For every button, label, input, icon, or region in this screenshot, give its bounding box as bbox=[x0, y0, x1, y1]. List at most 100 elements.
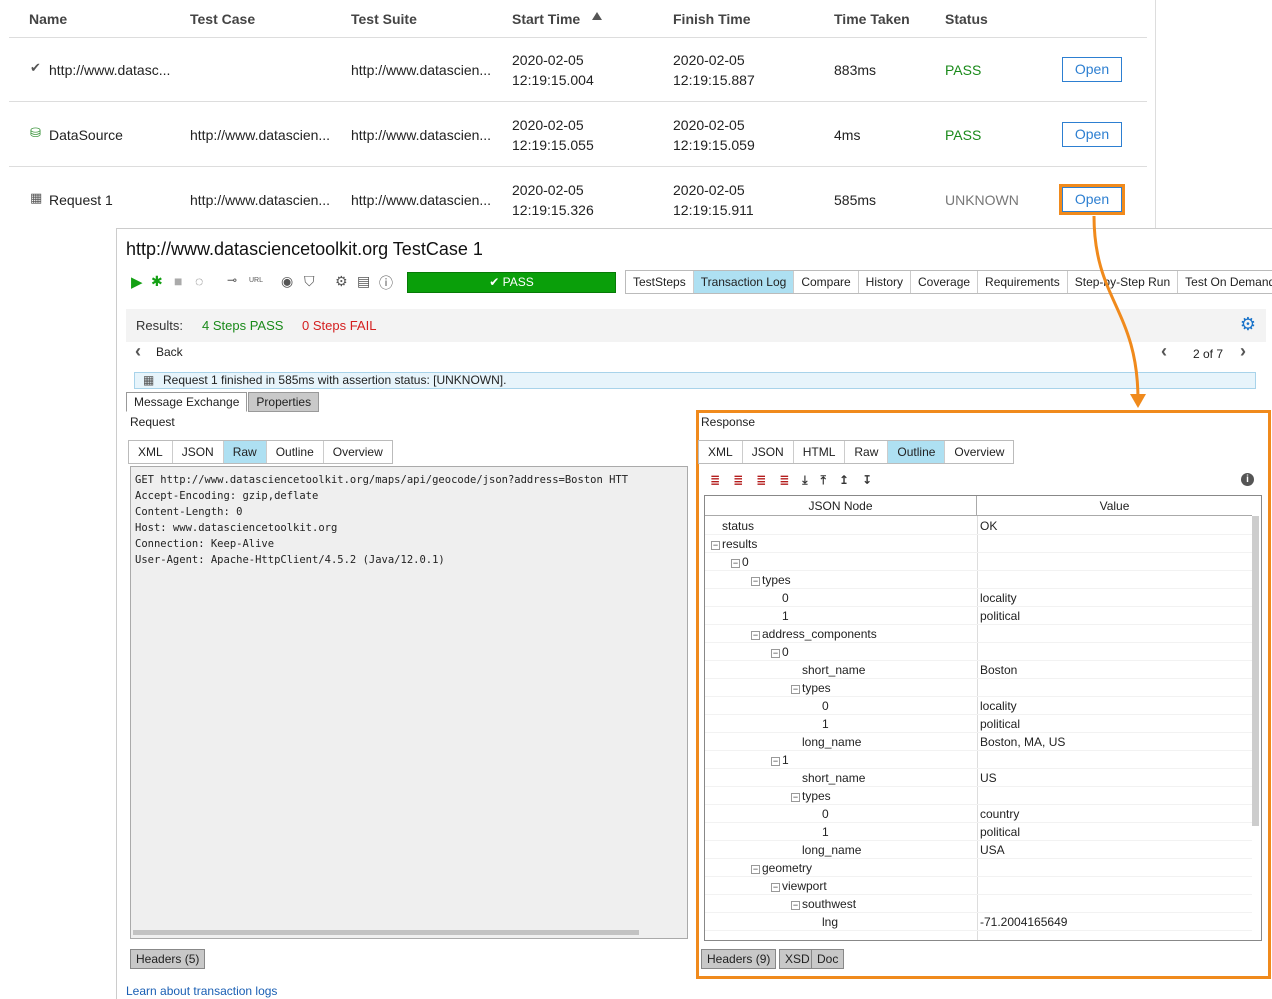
tree-row[interactable]: 1 political bbox=[705, 607, 1252, 625]
tab-xml[interactable]: XML bbox=[699, 441, 743, 463]
security-icon[interactable]: ◉ bbox=[281, 273, 293, 290]
shield-icon[interactable]: ⛉ bbox=[304, 273, 315, 290]
collapse-toggle-icon[interactable]: − bbox=[791, 685, 800, 694]
open-button[interactable]: Open bbox=[1062, 57, 1122, 82]
request-headers-button[interactable]: Headers (5) bbox=[130, 949, 206, 969]
collapse-toggle-icon[interactable]: − bbox=[771, 649, 780, 658]
tab-xml[interactable]: XML bbox=[129, 441, 173, 463]
expand-all-icon[interactable]: ≣ bbox=[710, 473, 720, 488]
col-header-finish-time[interactable]: Finish Time bbox=[673, 11, 751, 27]
collapse-toggle-icon[interactable]: − bbox=[791, 901, 800, 910]
tab-outline[interactable]: Outline bbox=[267, 441, 324, 463]
tree-row[interactable]: 0 country bbox=[705, 805, 1252, 823]
tab-test-on-demand[interactable]: Test On Demand bbox=[1178, 271, 1272, 293]
debug-bug-icon[interactable]: ✱ bbox=[151, 273, 163, 290]
tree-row[interactable]: − results bbox=[705, 535, 1252, 553]
expand-children-icon[interactable]: ≣ bbox=[756, 473, 766, 488]
tab-history[interactable]: History bbox=[859, 271, 912, 293]
move-last-icon[interactable]: ↧ bbox=[862, 473, 872, 488]
tree-row[interactable]: − address_components bbox=[705, 625, 1252, 643]
tree-row[interactable]: long_name Boston, MA, US bbox=[705, 733, 1252, 751]
tree-row[interactable]: − geometry bbox=[705, 859, 1252, 877]
col-header-name[interactable]: Name bbox=[29, 11, 67, 27]
col-header-time-taken[interactable]: Time Taken bbox=[834, 11, 910, 27]
tab-requirements[interactable]: Requirements bbox=[978, 271, 1068, 293]
tab-step-by-step-run[interactable]: Step-by-Step Run bbox=[1068, 271, 1179, 293]
tree-row[interactable]: lng -71.2004165649 bbox=[705, 913, 1252, 931]
tab-outline[interactable]: Outline bbox=[888, 441, 946, 463]
col-header-json-node[interactable]: JSON Node bbox=[705, 496, 977, 516]
col-header-status[interactable]: Status bbox=[945, 11, 988, 27]
tab-transaction-log[interactable]: Transaction Log bbox=[693, 271, 795, 293]
learn-link[interactable]: Learn about transaction logs bbox=[126, 984, 277, 998]
col-header-test-case[interactable]: Test Case bbox=[190, 11, 255, 27]
move-down-icon[interactable]: ⤓ bbox=[802, 473, 807, 488]
col-header-test-suite[interactable]: Test Suite bbox=[351, 11, 417, 27]
tree-row[interactable]: − viewport bbox=[705, 877, 1252, 895]
info-icon[interactable]: ⓘ bbox=[379, 273, 393, 293]
collapse-toggle-icon[interactable]: − bbox=[771, 883, 780, 892]
tree-row[interactable]: − types bbox=[705, 787, 1252, 805]
tab-json[interactable]: JSON bbox=[173, 441, 224, 463]
collapse-toggle-icon[interactable]: − bbox=[731, 559, 740, 568]
loop-icon[interactable]: ◌ bbox=[195, 273, 203, 289]
tree-row[interactable]: − types bbox=[705, 571, 1252, 589]
tab-html[interactable]: HTML bbox=[794, 441, 846, 463]
vertical-scrollbar[interactable] bbox=[1252, 516, 1259, 826]
tab-json[interactable]: JSON bbox=[743, 441, 794, 463]
raw-request-editor[interactable]: GET http://www.datasciencetoolkit.org/ma… bbox=[130, 466, 688, 939]
tab-message-exchange[interactable]: Message Exchange bbox=[126, 392, 248, 412]
url-icon[interactable]: URL bbox=[249, 277, 263, 284]
tab-compare[interactable]: Compare bbox=[794, 271, 859, 293]
tree-row[interactable]: −1 bbox=[705, 751, 1252, 769]
col-header-value[interactable]: Value bbox=[977, 496, 1252, 516]
tree-row[interactable]: 1 political bbox=[705, 823, 1252, 841]
endpoint-icon[interactable]: ⊸ bbox=[227, 273, 237, 287]
tree-row[interactable]: −0 bbox=[705, 553, 1252, 571]
stop-icon[interactable]: ■ bbox=[174, 273, 182, 289]
collapse-toggle-icon[interactable]: − bbox=[711, 541, 720, 550]
horizontal-scrollbar[interactable] bbox=[133, 930, 639, 935]
tab-coverage[interactable]: Coverage bbox=[911, 271, 979, 293]
tab-overview[interactable]: Overview bbox=[324, 441, 392, 463]
tree-row[interactable]: short_name Boston bbox=[705, 661, 1252, 679]
next-chevron-icon[interactable]: › bbox=[1240, 341, 1246, 362]
tree-row[interactable]: −0 bbox=[705, 643, 1252, 661]
back-button[interactable]: Back bbox=[156, 345, 183, 359]
tab-overview[interactable]: Overview bbox=[945, 441, 1013, 463]
document-icon[interactable]: ▤ bbox=[357, 273, 370, 290]
response-headers-button[interactable]: Headers (9) bbox=[701, 949, 777, 969]
tree-row[interactable]: status OK bbox=[705, 517, 1252, 535]
tree-row[interactable]: long_name USA bbox=[705, 841, 1252, 859]
tree-row[interactable]: − southwest bbox=[705, 895, 1252, 913]
tree-row[interactable]: 0 locality bbox=[705, 589, 1252, 607]
collapse-children-icon[interactable]: ≣ bbox=[779, 473, 789, 488]
tab-raw[interactable]: Raw bbox=[845, 441, 889, 463]
tree-node: −1 bbox=[771, 751, 789, 769]
run-icon[interactable]: ▶ bbox=[131, 273, 143, 291]
move-up-icon[interactable]: ⤒ bbox=[821, 473, 826, 488]
tab-raw[interactable]: Raw bbox=[223, 441, 267, 463]
move-first-icon[interactable]: ↥ bbox=[839, 473, 849, 488]
gear-icon[interactable]: ⚙ bbox=[335, 273, 348, 290]
doc-button[interactable]: Doc bbox=[811, 949, 845, 969]
collapse-toggle-icon[interactable]: − bbox=[771, 757, 780, 766]
settings-gear-icon[interactable]: ⚙ bbox=[1240, 314, 1256, 335]
collapse-toggle-icon[interactable]: − bbox=[751, 631, 760, 640]
col-header-start-time[interactable]: Start Time bbox=[512, 11, 580, 27]
tree-node-label: 1 bbox=[822, 825, 829, 839]
previous-chevron-icon[interactable]: ‹ bbox=[1161, 341, 1167, 362]
collapse-all-icon[interactable]: ≣ bbox=[733, 473, 743, 488]
open-button[interactable]: Open bbox=[1062, 122, 1122, 147]
tree-row[interactable]: 1 political bbox=[705, 715, 1252, 733]
tree-row[interactable]: 0 locality bbox=[705, 697, 1252, 715]
tree-row[interactable]: short_name US bbox=[705, 769, 1252, 787]
tab-teststeps[interactable]: TestSteps bbox=[626, 271, 694, 293]
info-icon[interactable]: i bbox=[1241, 473, 1254, 486]
collapse-toggle-icon[interactable]: − bbox=[751, 865, 760, 874]
collapse-toggle-icon[interactable]: − bbox=[791, 793, 800, 802]
tab-properties[interactable]: Properties bbox=[248, 392, 320, 412]
collapse-toggle-icon[interactable]: − bbox=[751, 577, 760, 586]
back-chevron-icon[interactable]: ‹ bbox=[135, 341, 141, 362]
tree-row[interactable]: − types bbox=[705, 679, 1252, 697]
